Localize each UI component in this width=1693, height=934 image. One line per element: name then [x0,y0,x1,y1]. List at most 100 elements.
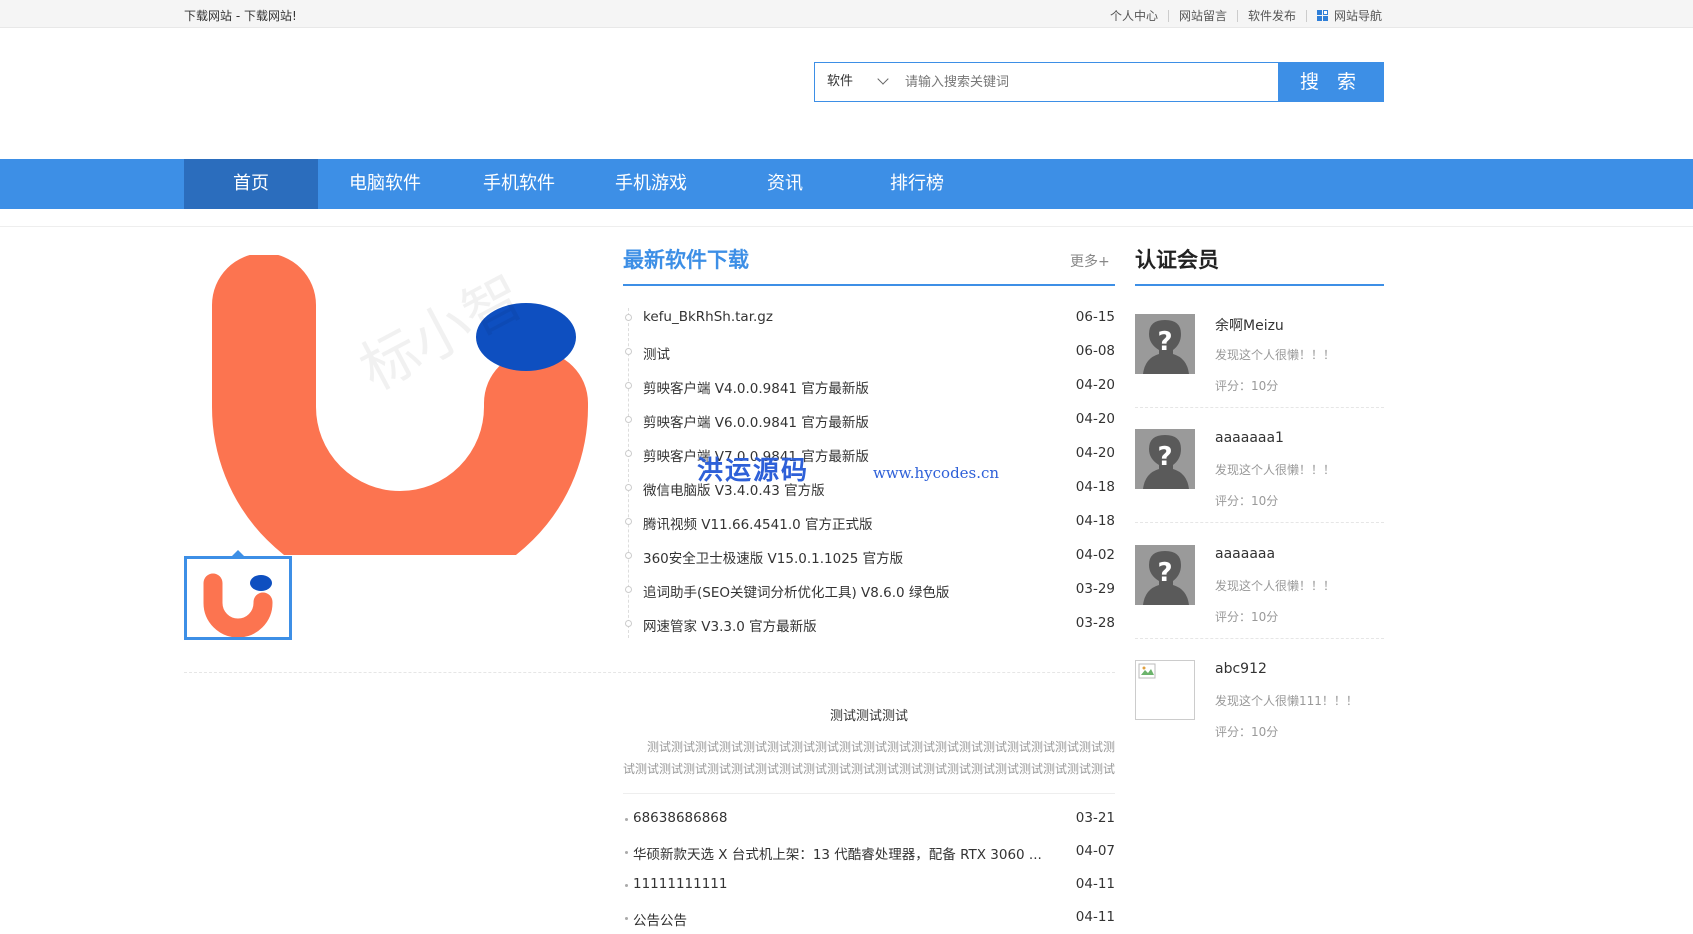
item-date: 04-02 [1075,547,1115,563]
bullet-dot [625,348,632,355]
news-date: 04-07 [1075,843,1115,859]
notice-title[interactable]: 测试测试测试 [623,705,1115,724]
bullet-dot [625,884,628,887]
unknown-person-icon[interactable]: ? [1135,545,1195,605]
list-item[interactable]: kefu_BkRhSh.tar.gz 06-15 [623,309,1115,329]
nav-item-mobile-games[interactable]: 手机游戏 [584,159,718,209]
watermark-url: www.hycodes.cn [873,464,1000,482]
search-box: 软件 搜 索 [814,62,1384,102]
search-button[interactable]: 搜 索 [1278,62,1384,102]
news-title[interactable]: 华硕新款天选 X 台式机上架：13 代酷睿处理器，配备 RTX 3060 ... [633,843,1042,863]
latest-underline [623,284,1115,286]
search-category-label: 软件 [827,74,854,89]
item-title[interactable]: 追词助手(SEO关键词分析优化工具) V8.6.0 绿色版 [643,581,949,601]
member-desc: 发现这个人很懒！！！ [1215,463,1336,477]
nav-item-pc-software[interactable]: 电脑软件 [318,159,452,209]
item-date: 04-18 [1075,513,1115,529]
link-publish-software[interactable]: 软件发布 [1248,7,1296,24]
member-score: 评分：10分 [1215,610,1279,624]
member-name[interactable]: aaaaaaa [1215,546,1275,562]
item-date: 06-15 [1075,309,1115,325]
thumbnail[interactable] [184,556,292,640]
site-nav-icon [1316,10,1328,21]
top-bar: 下载网站 - 下载网站! 个人中心 网站留言 软件发布 网站导航 [0,0,1693,28]
more-link[interactable]: 更多+ [1070,251,1110,271]
news-item[interactable]: 华硕新款天选 X 台式机上架：13 代酷睿处理器，配备 RTX 3060 ...… [623,843,1115,863]
bullet-dot [625,518,632,525]
member-score: 评分：10分 [1215,494,1279,508]
list-item[interactable]: 网速管家 V3.3.0 官方最新版 03-28 [623,615,1115,635]
link-site-nav[interactable]: 网站导航 [1334,7,1382,24]
member-card[interactable]: ? 余啊Meizu 发现这个人很懒！！！ 评分：10分 [1135,314,1384,429]
bullet-dot [625,552,632,559]
watermark-text: 洪运源码 [697,456,810,486]
svg-text:?: ? [1157,558,1172,588]
item-title[interactable]: 测试 [643,343,670,363]
bullet-dot [625,484,632,491]
bullet-dot [625,450,632,457]
list-item[interactable]: 腾讯视频 V11.66.4541.0 官方正式版 04-18 [623,513,1115,533]
item-date: 04-20 [1075,445,1115,461]
nav-item-mobile-software[interactable]: 手机软件 [452,159,586,209]
member-desc: 发现这个人很懒！！！ [1215,348,1336,362]
bullet-dot [625,818,628,821]
news-title[interactable]: 11111111111 [633,876,727,892]
chevron-down-icon [877,73,889,85]
item-title[interactable]: 剪映客户端 V6.0.0.9841 官方最新版 [643,411,869,431]
divider [184,672,1115,673]
broken-image-icon[interactable] [1135,660,1195,720]
news-title[interactable]: 公告公告 [633,909,687,929]
list-item[interactable]: 追词助手(SEO关键词分析优化工具) V8.6.0 绿色版 03-29 [623,581,1115,601]
member-card[interactable]: ? aaaaaaa1 发现这个人很懒！！！ 评分：10分 [1135,429,1384,544]
list-item[interactable]: 360安全卫士极速版 V15.0.1.1025 官方版 04-02 [623,547,1115,567]
item-date: 04-20 [1075,377,1115,393]
member-card[interactable]: abc912 发现这个人很懒111！！！ 评分：10分 [1135,660,1384,775]
divider [1135,522,1384,523]
item-title[interactable]: 腾讯视频 V11.66.4541.0 官方正式版 [643,513,873,533]
notice-body: 测试测试测试测试测试测试测试测试测试测试测试测试测试测试测试测试测试测试测试测试… [623,740,1115,776]
svg-text:?: ? [1157,327,1172,357]
list-item[interactable]: 剪映客户端 V4.0.0.9841 官方最新版 04-20 [623,377,1115,397]
unknown-person-icon[interactable]: ? [1135,429,1195,489]
member-desc: 发现这个人很懒！！！ [1215,579,1336,593]
item-date: 03-29 [1075,581,1115,597]
bullet-dot [625,586,632,593]
latest-title: 最新软件下载 [623,248,749,272]
bullet-dot [625,416,632,423]
item-title[interactable]: 网速管家 V3.3.0 官方最新版 [643,615,817,635]
news-date: 03-21 [1075,810,1115,826]
bullet-dot [625,851,628,854]
svg-text:?: ? [1157,442,1172,472]
link-guestbook[interactable]: 网站留言 [1179,7,1227,24]
divider [1135,407,1384,408]
item-title[interactable]: 360安全卫士极速版 V15.0.1.1025 官方版 [643,547,903,567]
news-item[interactable]: 公告公告 04-11 [623,909,1115,929]
item-date: 04-20 [1075,411,1115,427]
news-title[interactable]: 68638686868 [633,810,727,826]
member-name[interactable]: abc912 [1215,661,1267,677]
featured-logo-image[interactable]: 标小智 [200,255,600,555]
item-date: 04-18 [1075,479,1115,495]
list-item[interactable]: 测试 06-08 [623,343,1115,363]
search-category-select[interactable]: 软件 [815,63,895,101]
divider [623,793,1115,794]
nav-item-news[interactable]: 资讯 [718,159,852,209]
nav-item-ranking[interactable]: 排行榜 [850,159,984,209]
news-item[interactable]: 68638686868 03-21 [623,810,1115,830]
member-name[interactable]: 余啊Meizu [1215,315,1284,335]
search-input[interactable] [895,63,1278,101]
news-item[interactable]: 11111111111 04-11 [623,876,1115,896]
member-card[interactable]: ? aaaaaaa 发现这个人很懒！！！ 评分：10分 [1135,545,1384,660]
divider [1135,638,1384,639]
main-nav: 首页 电脑软件 手机软件 手机游戏 资讯 排行榜 [0,159,1693,209]
item-title[interactable]: 剪映客户端 V4.0.0.9841 官方最新版 [643,377,869,397]
member-name[interactable]: aaaaaaa1 [1215,430,1284,446]
nav-item-home[interactable]: 首页 [184,159,318,209]
top-links: 个人中心 网站留言 软件发布 网站导航 [1110,7,1382,24]
list-item[interactable]: 剪映客户端 V6.0.0.9841 官方最新版 04-20 [623,411,1115,431]
item-title[interactable]: kefu_BkRhSh.tar.gz [643,309,773,325]
member-desc: 发现这个人很懒111！！！ [1215,694,1358,708]
members-underline [1135,284,1384,286]
link-user-center[interactable]: 个人中心 [1110,7,1158,24]
unknown-person-icon[interactable]: ? [1135,314,1195,374]
